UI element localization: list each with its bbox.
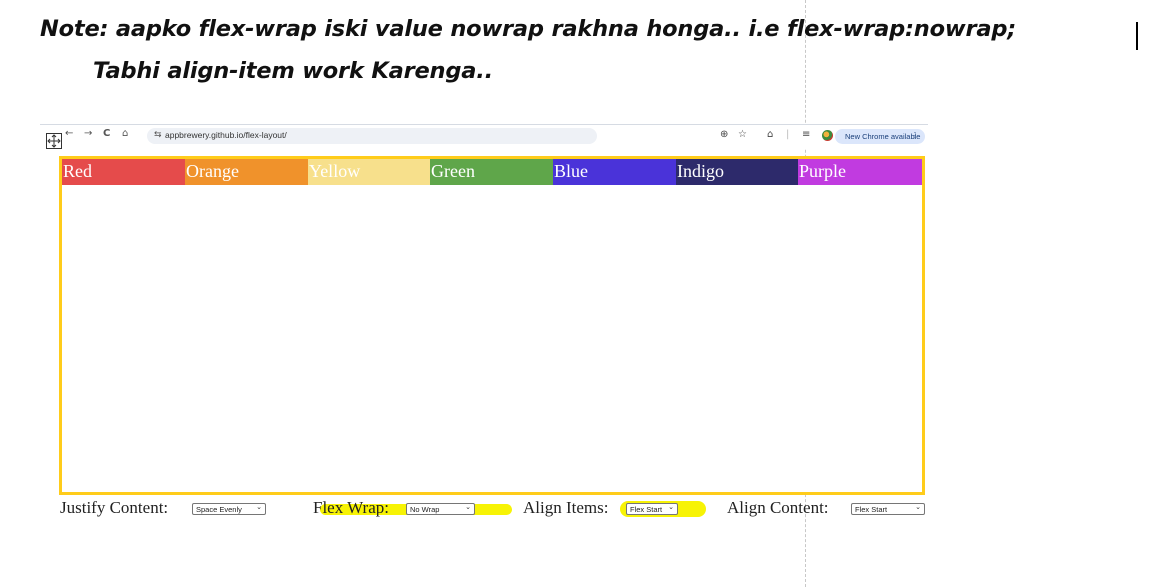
flex-item-blue: Blue <box>553 159 676 185</box>
annotation-line-2: Tabhi align-item work Karenga.. <box>93 58 493 84</box>
chevron-down-icon: ⌄ <box>915 504 921 511</box>
align-content-select[interactable]: Flex Start ⌄ <box>851 503 925 515</box>
flex-item-label: Indigo <box>677 161 724 181</box>
flex-container: Red Orange Yellow Green Blue Indigo Purp… <box>59 156 925 495</box>
layout-controls: Justify Content: Space Evenly ⌄ Flex Wra… <box>0 498 1157 522</box>
flex-item-label: Yellow <box>309 161 361 181</box>
site-info-icon[interactable]: ⇆ <box>154 130 162 140</box>
chrome-update-button[interactable]: New Chrome available ⋮ <box>835 129 925 144</box>
flex-item-label: Blue <box>554 161 588 181</box>
reading-list-icon[interactable]: ≡ <box>802 129 810 140</box>
text-cursor <box>1136 22 1138 50</box>
toolbar-divider: | <box>786 129 790 140</box>
extensions-icon[interactable]: ⌂ <box>767 129 773 140</box>
reload-icon[interactable]: C <box>103 128 110 139</box>
align-items-label: Align Items: <box>523 498 609 517</box>
flex-item-label: Red <box>63 161 92 181</box>
flex-wrap-value: No Wrap <box>410 505 440 514</box>
move-handle-icon[interactable] <box>46 133 62 149</box>
home-icon[interactable]: ⌂ <box>122 128 128 139</box>
annotation-line-1: Note: aapko flex-wrap iski value nowrap … <box>40 16 1017 42</box>
browser-toolbar: ← → C ⌂ ⇆ appbrewery.github.io/flex-layo… <box>40 124 928 149</box>
flex-item-green: Green <box>430 159 553 185</box>
menu-dots-icon[interactable]: ⋮ <box>911 131 919 140</box>
justify-content-select[interactable]: Space Evenly ⌄ <box>192 503 266 515</box>
flex-item-purple: Purple <box>798 159 922 185</box>
flex-row: Red Orange Yellow Green Blue Indigo Purp… <box>62 159 922 185</box>
chrome-update-label: New Chrome available <box>845 132 921 141</box>
chevron-down-icon: ⌄ <box>668 504 674 511</box>
flex-wrap-label: Flex Wrap: <box>313 498 389 517</box>
back-icon[interactable]: ← <box>65 128 73 139</box>
align-content-value: Flex Start <box>855 505 888 514</box>
align-items-select[interactable]: Flex Start ⌄ <box>626 503 678 515</box>
bookmark-star-icon[interactable]: ☆ <box>738 129 747 140</box>
flex-item-orange: Orange <box>185 159 308 185</box>
address-bar[interactable]: ⇆ appbrewery.github.io/flex-layout/ <box>147 128 597 144</box>
flex-wrap-select[interactable]: No Wrap ⌄ <box>406 503 475 515</box>
flex-item-yellow: Yellow <box>308 159 430 185</box>
url-text[interactable]: appbrewery.github.io/flex-layout/ <box>165 130 287 140</box>
profile-extension-icon[interactable] <box>822 130 833 141</box>
zoom-icon[interactable]: ⊕ <box>720 129 728 140</box>
forward-icon[interactable]: → <box>84 128 92 139</box>
flex-item-red: Red <box>62 159 185 185</box>
justify-content-value: Space Evenly <box>196 505 242 514</box>
flex-item-label: Orange <box>186 161 239 181</box>
flex-item-label: Purple <box>799 161 846 181</box>
flex-item-label: Green <box>431 161 475 181</box>
align-content-label: Align Content: <box>727 498 829 517</box>
chevron-down-icon: ⌄ <box>256 504 262 511</box>
flex-item-indigo: Indigo <box>676 159 798 185</box>
chevron-down-icon: ⌄ <box>465 504 471 511</box>
justify-content-label: Justify Content: <box>60 498 169 517</box>
align-items-value: Flex Start <box>630 505 663 514</box>
